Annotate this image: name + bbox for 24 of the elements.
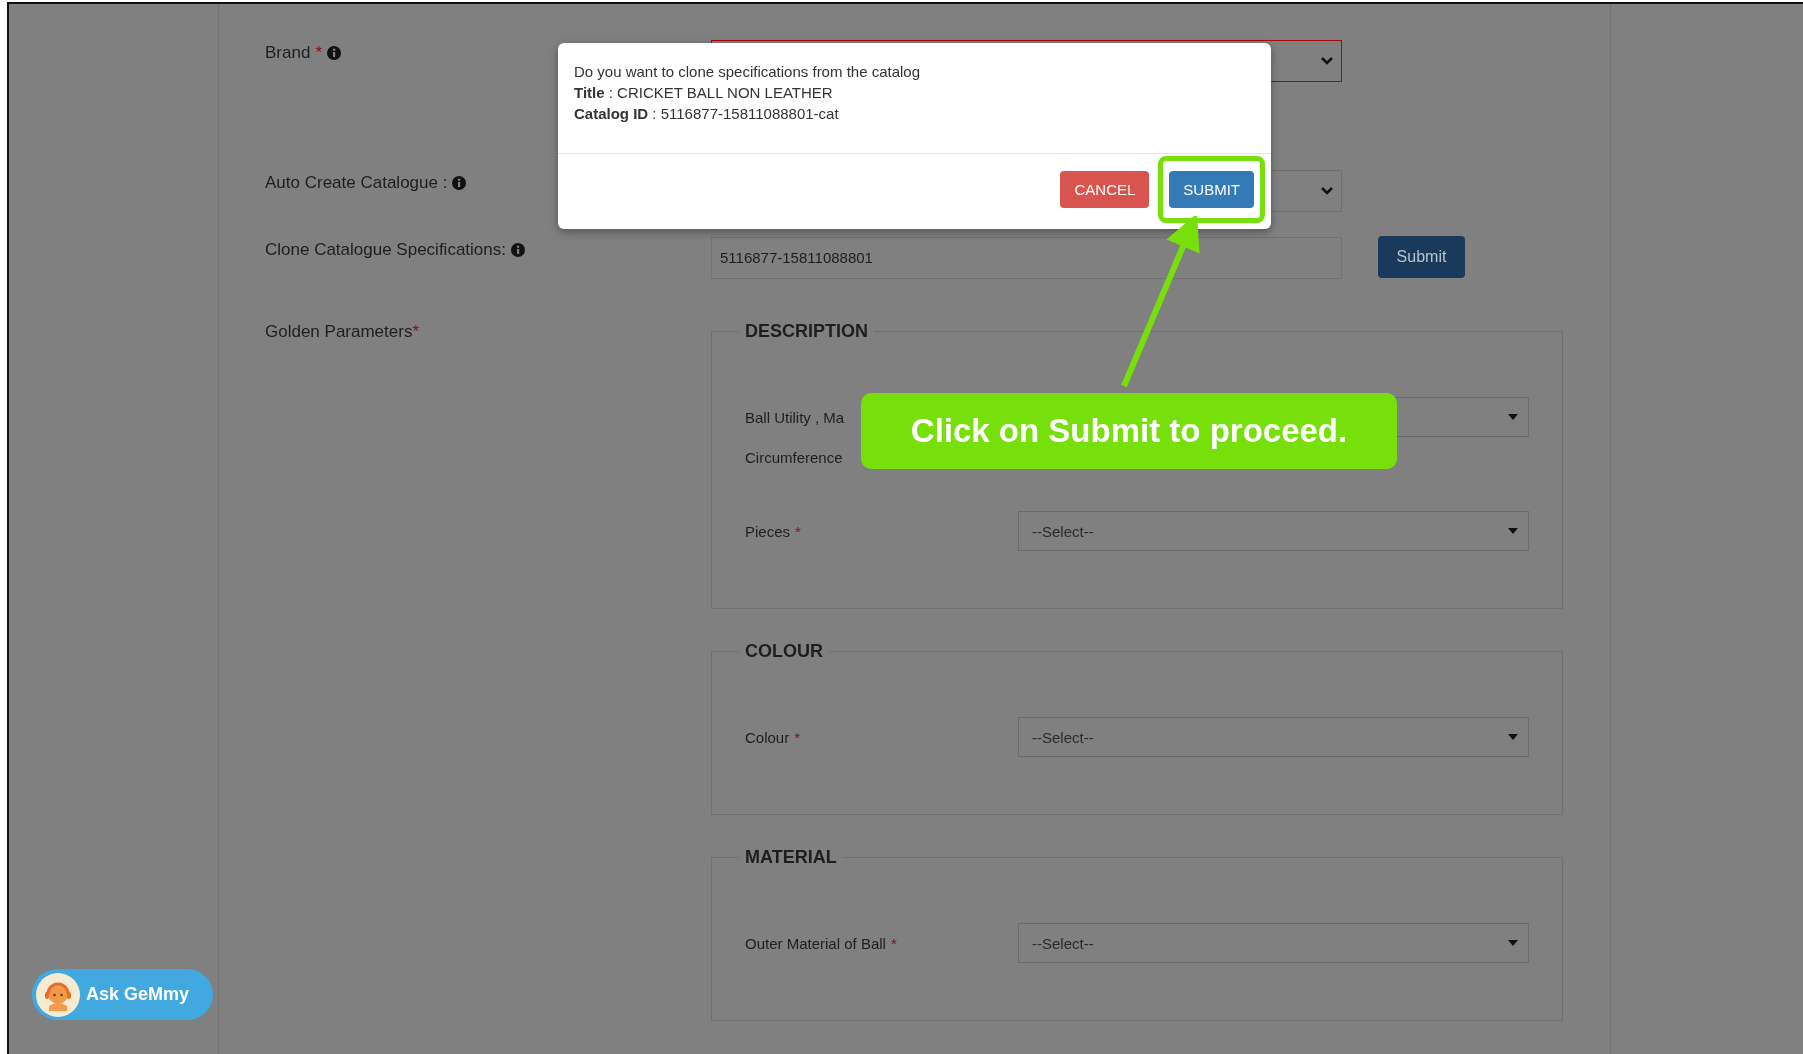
field-label: Auto Create Catalogue :: [265, 173, 448, 193]
dropdown-value: --Select--: [1032, 728, 1095, 746]
dropdown-value: --Select--: [1032, 522, 1095, 540]
field-label: Ball Utility , Ma: [745, 408, 845, 426]
field-label: Colour: [745, 728, 790, 746]
required-mark: *: [795, 522, 801, 540]
section-title: MATERIAL: [744, 846, 838, 869]
field-label: Brand: [265, 43, 311, 63]
required-mark: *: [315, 43, 322, 63]
section-title: COLOUR: [744, 640, 824, 663]
dropdown-value: --Select--: [1032, 934, 1095, 952]
required-mark: *: [794, 728, 801, 746]
field-label: Pieces: [745, 522, 791, 540]
dialog-message: Do you want to clone specifications from the catalog: [574, 62, 921, 82]
dialog-detail: Catalog ID : 5116877-15811088801-cat: [574, 104, 839, 124]
field-label: Outer Material of Ball: [745, 934, 886, 952]
field-label: Clone Catalogue Specifications:: [265, 240, 506, 260]
required-mark: *: [412, 322, 420, 342]
field-label: Circumference: [745, 448, 843, 466]
instruction-tooltip: Click on Submit to proceed.: [861, 393, 1397, 469]
field-label: Golden Parameters: [265, 322, 413, 342]
section-title: DESCRIPTION: [744, 320, 869, 343]
dialog-detail: Title : CRICKET BALL NON LEATHER: [574, 83, 833, 103]
required-mark: *: [890, 934, 897, 952]
